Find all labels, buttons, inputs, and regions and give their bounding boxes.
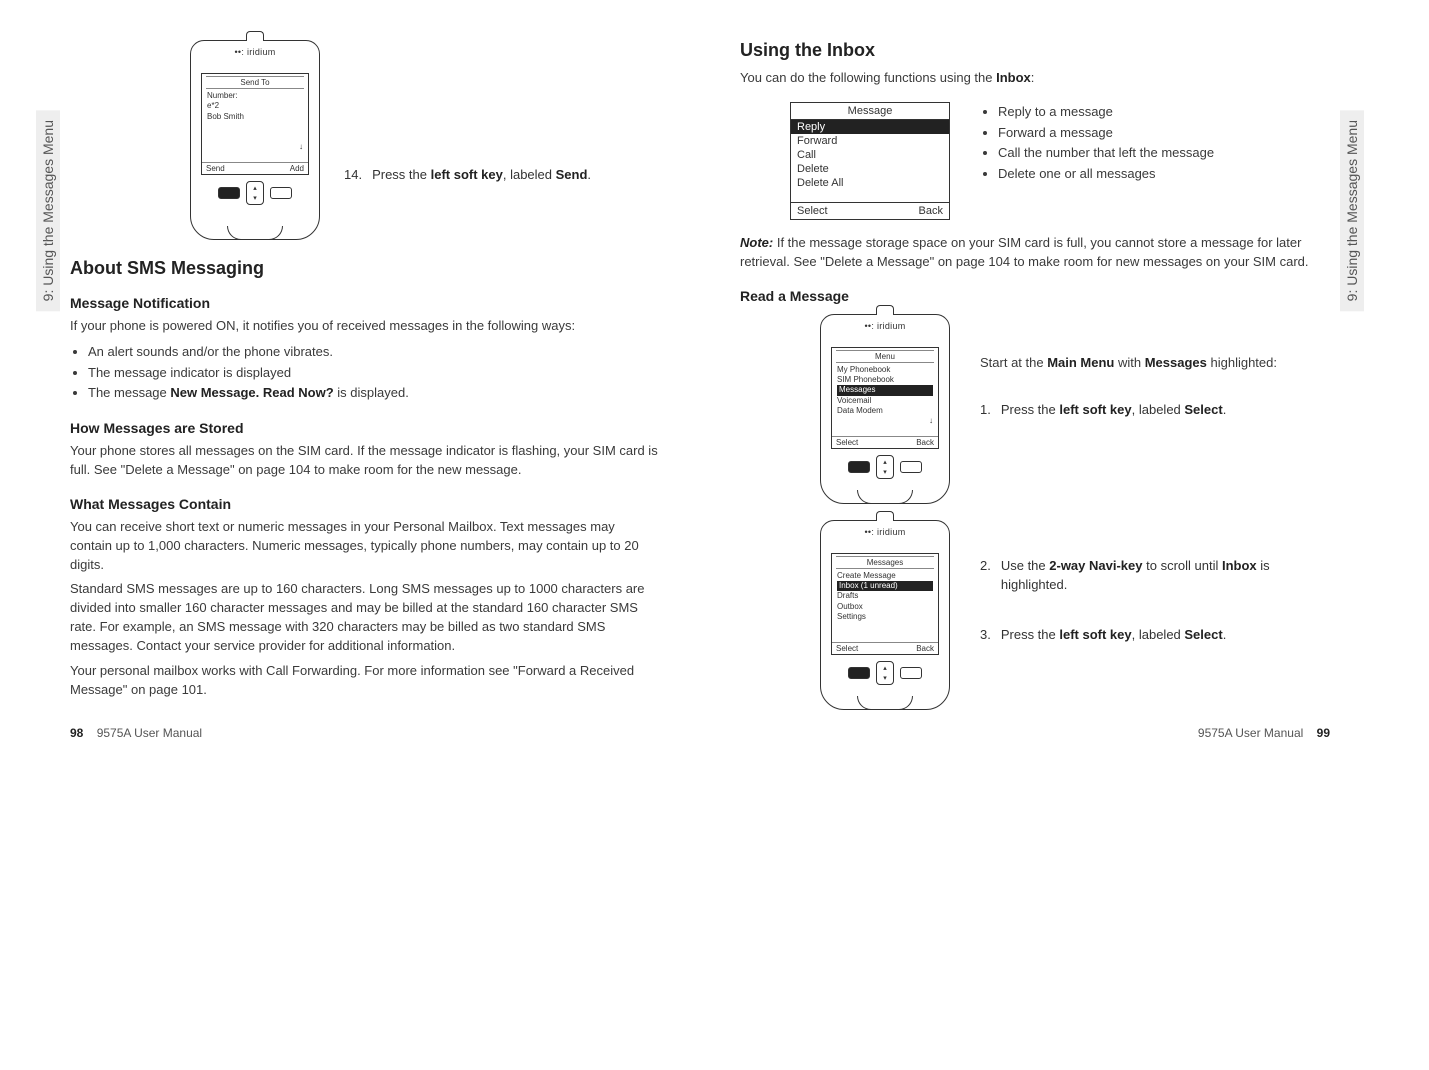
message-menu-item: Call xyxy=(791,148,949,162)
menu-item: SIM Phonebook xyxy=(837,375,933,385)
manual-name: 9575A User Manual xyxy=(97,726,202,740)
bullet-list: Reply to a message Forward a message Cal… xyxy=(980,102,1214,185)
menu-item: Create Message xyxy=(837,571,933,581)
phone-softkey-right: Back xyxy=(916,438,934,447)
left-soft-key-icon xyxy=(848,461,870,473)
phone-softkey-left: Select xyxy=(836,644,858,653)
step-1: 1. Press the left soft key, labeled Sele… xyxy=(980,400,1330,420)
heading-using-inbox: Using the Inbox xyxy=(740,40,1330,61)
page-number: 98 xyxy=(70,726,83,740)
body-text: Your phone stores all messages on the SI… xyxy=(70,442,660,480)
list-item: Forward a message xyxy=(998,123,1214,144)
body-text: Standard SMS messages are up to 160 char… xyxy=(70,580,660,655)
phone-line: e*2 xyxy=(207,101,303,111)
page-footer: 9575A User Manual 99 xyxy=(740,726,1330,740)
page-number: 99 xyxy=(1317,726,1330,740)
phone-softkey-right: Back xyxy=(916,644,934,653)
step-14: 14. Press the left soft key, labeled Sen… xyxy=(344,165,591,185)
list-item: The message New Message. Read Now? is di… xyxy=(88,383,660,404)
phone-mock-send-to: iridium Send To Number: e*2 Bob Smith ↓ … xyxy=(190,40,320,240)
msgbox-soft-right: Back xyxy=(919,205,943,217)
menu-item: Inbox (1 unread) xyxy=(837,581,933,591)
phone-mock-main-menu: iridium Menu My Phonebook SIM Phonebook … xyxy=(820,314,950,504)
heading-notification: Message Notification xyxy=(70,295,660,311)
manual-name: 9575A User Manual xyxy=(1198,726,1303,740)
menu-item: Data Modem xyxy=(837,406,933,416)
phone-screen-title: Send To xyxy=(206,76,304,89)
step-2: 2. Use the 2-way Navi-key to scroll unti… xyxy=(980,556,1330,595)
list-item: Reply to a message xyxy=(998,102,1214,123)
message-menu-item: Reply xyxy=(791,120,949,134)
note-text: Note: If the message storage space on yo… xyxy=(740,234,1330,272)
heading-stored: How Messages are Stored xyxy=(70,420,660,436)
menu-item: Drafts xyxy=(837,591,933,601)
message-menu-item: Delete All xyxy=(791,176,949,190)
menu-item: Settings xyxy=(837,612,933,622)
phone-screen-title: Messages xyxy=(836,556,934,569)
right-soft-key-icon xyxy=(900,461,922,473)
menu-item: Voicemail xyxy=(837,396,933,406)
left-soft-key-icon xyxy=(848,667,870,679)
right-soft-key-icon xyxy=(900,667,922,679)
menu-item: Outbox xyxy=(837,602,933,612)
msgbox-soft-left: Select xyxy=(797,205,828,217)
navi-key-icon: ▴▾ xyxy=(876,661,894,685)
heading-about-sms: About SMS Messaging xyxy=(70,258,660,279)
left-soft-key-icon xyxy=(218,187,240,199)
page-left: 9: Using the Messages Menu iridium Send … xyxy=(70,40,660,710)
navi-key-icon: ▴▾ xyxy=(876,455,894,479)
page-footer: 98 9575A User Manual xyxy=(70,726,660,740)
phone-softkey-left: Send xyxy=(206,164,225,173)
side-tab-left: 9: Using the Messages Menu xyxy=(36,110,60,311)
list-item: Delete one or all messages xyxy=(998,164,1214,185)
page-right: 9: Using the Messages Menu Using the Inb… xyxy=(740,40,1330,710)
phone-line: Number: xyxy=(207,91,303,101)
menu-item: Messages xyxy=(837,385,933,395)
phone-brand: iridium xyxy=(821,527,949,537)
message-menu-box: Message Reply Forward Call Delete Delete… xyxy=(790,102,950,220)
body-text: You can receive short text or numeric me… xyxy=(70,518,660,575)
navi-key-icon: ▴▾ xyxy=(246,181,264,205)
message-menu-title: Message xyxy=(791,103,949,120)
message-menu-item: Forward xyxy=(791,134,949,148)
phone-line: Bob Smith xyxy=(207,112,303,122)
phone-softkey-left: Select xyxy=(836,438,858,447)
right-soft-key-icon xyxy=(270,187,292,199)
phone-mock-messages: iridium Messages Create Message Inbox (1… xyxy=(820,520,950,710)
body-text: If your phone is powered ON, it notifies… xyxy=(70,317,660,336)
body-text: Start at the Main Menu with Messages hig… xyxy=(980,354,1330,373)
phone-brand: iridium xyxy=(191,47,319,57)
heading-contain: What Messages Contain xyxy=(70,496,660,512)
heading-read-message: Read a Message xyxy=(740,288,1330,304)
menu-item: My Phonebook xyxy=(837,365,933,375)
phone-brand: iridium xyxy=(821,321,949,331)
bullet-list: An alert sounds and/or the phone vibrate… xyxy=(70,342,660,404)
body-text: You can do the following functions using… xyxy=(740,69,1330,88)
phone-softkey-right: Add xyxy=(290,164,304,173)
list-item: Call the number that left the message xyxy=(998,143,1214,164)
phone-screen-title: Menu xyxy=(836,350,934,363)
body-text: Your personal mailbox works with Call Fo… xyxy=(70,662,660,700)
side-tab-right: 9: Using the Messages Menu xyxy=(1340,110,1364,311)
step-3: 3. Press the left soft key, labeled Sele… xyxy=(980,625,1330,645)
message-menu-item: Delete xyxy=(791,162,949,176)
list-item: The message indicator is displayed xyxy=(88,363,660,384)
list-item: An alert sounds and/or the phone vibrate… xyxy=(88,342,660,363)
